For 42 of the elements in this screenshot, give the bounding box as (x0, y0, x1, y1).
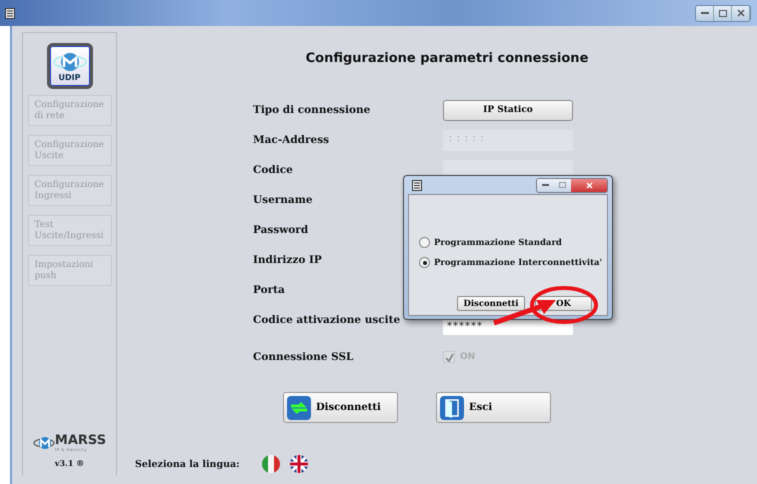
page-title: Configurazione parametri connessione (306, 51, 588, 66)
close-button[interactable] (732, 6, 750, 20)
field-label: Mac-Address (253, 134, 330, 146)
app-icon (412, 180, 422, 190)
field-label: Tipo di connessione (253, 104, 370, 116)
field-label: Password (253, 224, 308, 236)
maximize-icon (718, 10, 726, 16)
field-label: Codice (253, 164, 293, 176)
field-label: Indirizzo IP (253, 254, 322, 266)
dialog-button[interactable]: Disconnetti (457, 296, 525, 311)
radio-label: Programmazione Interconnettivita' (434, 258, 602, 268)
minimize-icon (700, 12, 708, 14)
radio-button[interactable] (419, 237, 430, 248)
field-label: Connessione SSL (253, 351, 354, 363)
field-label: Porta (253, 284, 285, 296)
swap-arrows-icon (286, 394, 312, 420)
brand-name: MARSS (54, 434, 106, 447)
close-icon (586, 182, 592, 188)
app-icon (5, 8, 15, 18)
maximize-button[interactable] (714, 6, 732, 20)
maximize-button[interactable] (554, 178, 571, 192)
field-label: Username (253, 194, 313, 206)
maximize-icon (559, 182, 566, 188)
uk-flag-icon[interactable] (290, 455, 308, 473)
field-label: Codice attivazione uscite (253, 314, 400, 326)
minimize-icon (542, 184, 549, 186)
action-button[interactable]: Esci (436, 392, 551, 423)
brand-logo-icon (32, 435, 55, 451)
italian-flag-icon[interactable] (262, 455, 280, 473)
minimize-button[interactable] (537, 178, 554, 192)
door-icon (439, 394, 465, 420)
connection-type-button[interactable]: IP Statico (443, 100, 573, 120)
highlight-ellipse (529, 285, 599, 325)
app-logo: UDIP (46, 43, 92, 89)
version-label: v3.1 ® (54, 458, 84, 468)
close-icon (736, 9, 744, 17)
radio-button[interactable] (419, 257, 430, 268)
language-label: Seleziona la lingua: (135, 458, 241, 470)
radio-label: Programmazione Standard (434, 238, 562, 248)
close-button[interactable] (571, 178, 607, 192)
action-button[interactable]: Disconnetti (283, 392, 398, 423)
minimize-button[interactable] (696, 6, 714, 20)
